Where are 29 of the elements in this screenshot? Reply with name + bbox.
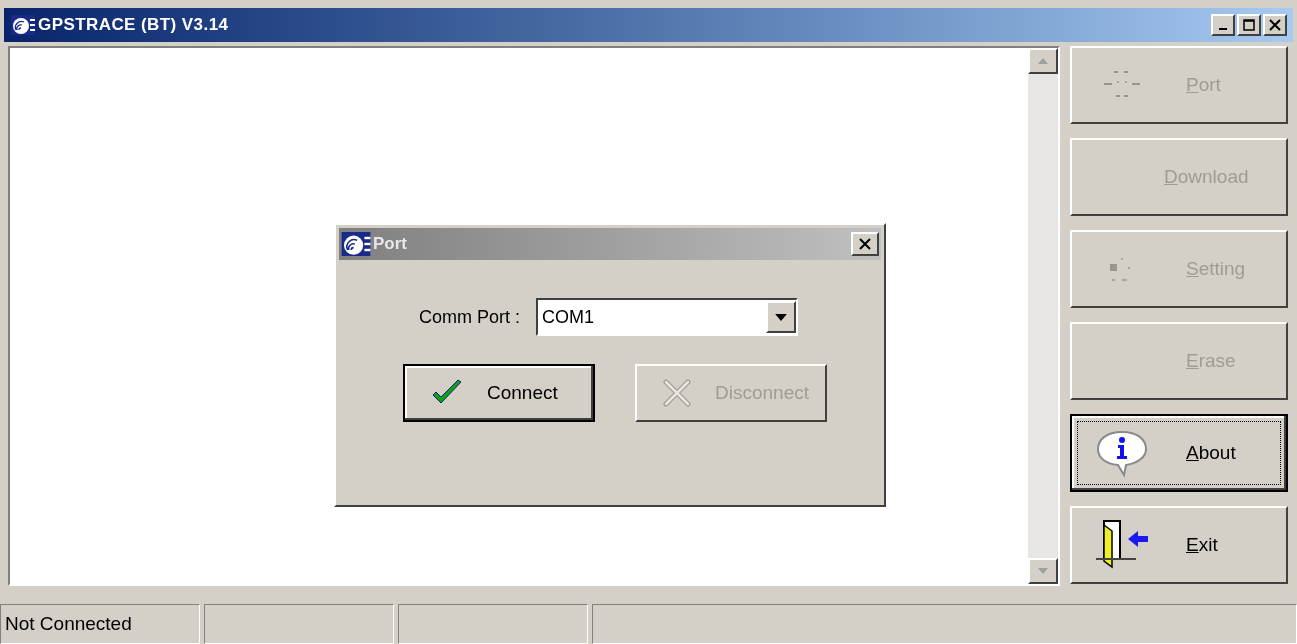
close-icon [859, 238, 871, 250]
toolbar-button[interactable]: About [1070, 414, 1288, 492]
dialog-title: Port [373, 233, 407, 256]
info-bubble-icon [1094, 428, 1150, 478]
app-icon [341, 232, 371, 256]
caret-icon [775, 313, 787, 321]
maximize-icon [1243, 19, 1255, 31]
window-title: GPSTRACE (BT) V3.14 [38, 14, 229, 37]
minimize-icon [1219, 28, 1227, 30]
up-arrow-icon [1038, 58, 1048, 64]
connect-button[interactable]: Connect [403, 364, 595, 422]
dotted-cross-icon [1102, 70, 1142, 100]
close-button[interactable] [851, 232, 879, 256]
port-dropdown[interactable]: COM1 [536, 298, 798, 336]
minimize-button[interactable] [1211, 14, 1235, 36]
maximize-button[interactable] [1237, 14, 1261, 36]
scroll-up-button[interactable] [1028, 48, 1058, 74]
status-text: Not Connected [5, 611, 132, 636]
scroll-down-button[interactable] [1028, 558, 1058, 584]
down-arrow-icon [1038, 568, 1048, 574]
toolbar-button[interactable]: Exit [1070, 506, 1288, 584]
field-label: Comm Port : [419, 305, 520, 329]
scrollbar[interactable] [1028, 48, 1058, 584]
dropdown-value: COM1 [541, 305, 596, 329]
close-icon [1269, 19, 1281, 31]
close-button[interactable] [1263, 14, 1287, 36]
x-icon [663, 379, 691, 407]
app-icon [10, 15, 36, 35]
dropdown-arrow-button[interactable] [766, 301, 796, 333]
